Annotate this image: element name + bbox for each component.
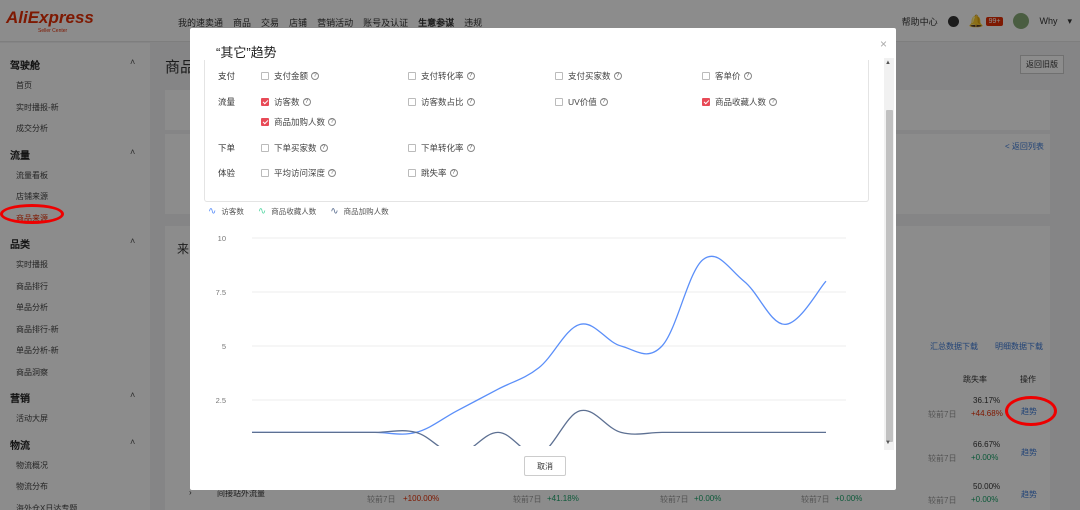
metric-checkbox[interactable]: 平均访问深度? <box>261 167 337 179</box>
y-tick-label: 2.5 <box>216 396 226 405</box>
metric-checkbox[interactable]: 访客数占比? <box>408 96 475 108</box>
checkbox-unchecked[interactable] <box>408 144 416 152</box>
checkbox-unchecked[interactable] <box>261 169 269 177</box>
metric-checkbox[interactable]: 跳失率? <box>408 167 458 179</box>
metric-checkbox[interactable]: 下单买家数? <box>261 142 328 154</box>
checkbox-unchecked[interactable] <box>408 169 416 177</box>
y-tick-label: 10 <box>218 234 226 243</box>
modal-title: “其它”趋势 <box>216 45 277 60</box>
help-icon[interactable]: ? <box>449 169 458 177</box>
group-label-pay: 支付 <box>218 71 236 81</box>
checkbox-unchecked[interactable] <box>702 72 710 80</box>
checkbox-unchecked[interactable] <box>555 98 563 106</box>
checkbox-checked[interactable] <box>261 98 269 106</box>
series-line-cart <box>252 409 826 446</box>
metric-checkbox[interactable]: 商品收藏人数? <box>702 96 778 108</box>
metric-checkbox[interactable]: 访客数? <box>261 96 311 108</box>
metric-label: 跳失率 <box>421 168 447 178</box>
help-icon[interactable]: ? <box>769 98 778 106</box>
metric-label: 商品加购人数 <box>274 117 326 127</box>
line-icon: ∿ <box>257 205 267 217</box>
metric-checkbox[interactable]: 客单价? <box>702 70 752 82</box>
metric-label: 下单买家数 <box>274 143 317 153</box>
metric-checkbox[interactable]: 支付金额? <box>261 70 320 82</box>
checkbox-unchecked[interactable] <box>555 72 563 80</box>
metric-checkbox[interactable]: 商品加购人数? <box>261 116 337 128</box>
checkbox-unchecked[interactable] <box>408 98 416 106</box>
line-icon: ∿ <box>330 205 339 217</box>
modal-scrollbar[interactable]: ▲ ▼ <box>884 58 894 450</box>
checkbox-unchecked[interactable] <box>261 72 269 80</box>
y-tick-label: 7.5 <box>216 288 226 297</box>
help-icon[interactable]: ? <box>302 98 311 106</box>
help-icon[interactable]: ? <box>311 72 320 80</box>
help-icon[interactable]: ? <box>613 72 622 80</box>
metric-label: UV价值 <box>568 97 597 107</box>
scroll-up-icon[interactable]: ▲ <box>885 60 891 66</box>
metric-label: 平均访问深度 <box>274 168 326 178</box>
metric-label: 客单价 <box>715 71 741 81</box>
help-icon[interactable]: ? <box>328 118 337 126</box>
metric-checkbox[interactable]: 下单转化率? <box>408 142 475 154</box>
checkbox-unchecked[interactable] <box>408 72 416 80</box>
metric-label: 支付转化率 <box>421 71 464 81</box>
checkbox-checked[interactable] <box>261 118 269 126</box>
trend-modal: “其它”趋势 × 支付 流量 下单 体验 支付金额? 支付转化率? 支付买家数? 客单… <box>190 28 896 490</box>
annotation-circle-sidebar <box>0 204 64 224</box>
group-label-experience: 体验 <box>218 168 236 178</box>
metric-checkbox[interactable]: 支付转化率? <box>408 70 475 82</box>
group-label-order: 下单 <box>218 143 236 153</box>
close-icon[interactable]: × <box>880 37 887 51</box>
scroll-down-icon[interactable]: ▼ <box>885 440 891 446</box>
checkbox-checked[interactable] <box>702 98 710 106</box>
metric-label: 商品收藏人数 <box>715 97 767 107</box>
scroll-thumb[interactable] <box>886 110 893 442</box>
help-icon[interactable]: ? <box>466 98 475 106</box>
group-label-traffic: 流量 <box>218 97 236 107</box>
metric-checkbox[interactable]: UV价值? <box>555 96 608 108</box>
metric-label: 下单转化率 <box>421 143 464 153</box>
metric-checkbox[interactable]: 支付买家数? <box>555 70 622 82</box>
help-icon[interactable]: ? <box>466 72 475 80</box>
checkbox-unchecked[interactable] <box>261 144 269 152</box>
trend-chart: 02.557.510202110072021101220211017202110… <box>216 234 846 446</box>
line-icon: ∿ <box>208 205 217 217</box>
annotation-circle-trend <box>1005 396 1057 426</box>
metric-label: 访客数 <box>274 97 300 107</box>
metric-label: 支付买家数 <box>568 71 611 81</box>
y-tick-label: 5 <box>222 342 226 351</box>
series-line-visitors <box>252 255 827 435</box>
cancel-button[interactable]: 取消 <box>524 456 566 476</box>
help-icon[interactable]: ? <box>319 144 328 152</box>
help-icon[interactable]: ? <box>743 72 752 80</box>
metric-label: 访客数占比 <box>421 97 464 107</box>
metric-label: 支付金额 <box>274 71 309 81</box>
metric-selector: 支付 流量 下单 体验 支付金额? 支付转化率? 支付买家数? 客单价? 访客数? 访客数… <box>204 60 869 202</box>
help-icon[interactable]: ? <box>599 98 608 106</box>
help-icon[interactable]: ? <box>328 169 337 177</box>
help-icon[interactable]: ? <box>466 144 475 152</box>
